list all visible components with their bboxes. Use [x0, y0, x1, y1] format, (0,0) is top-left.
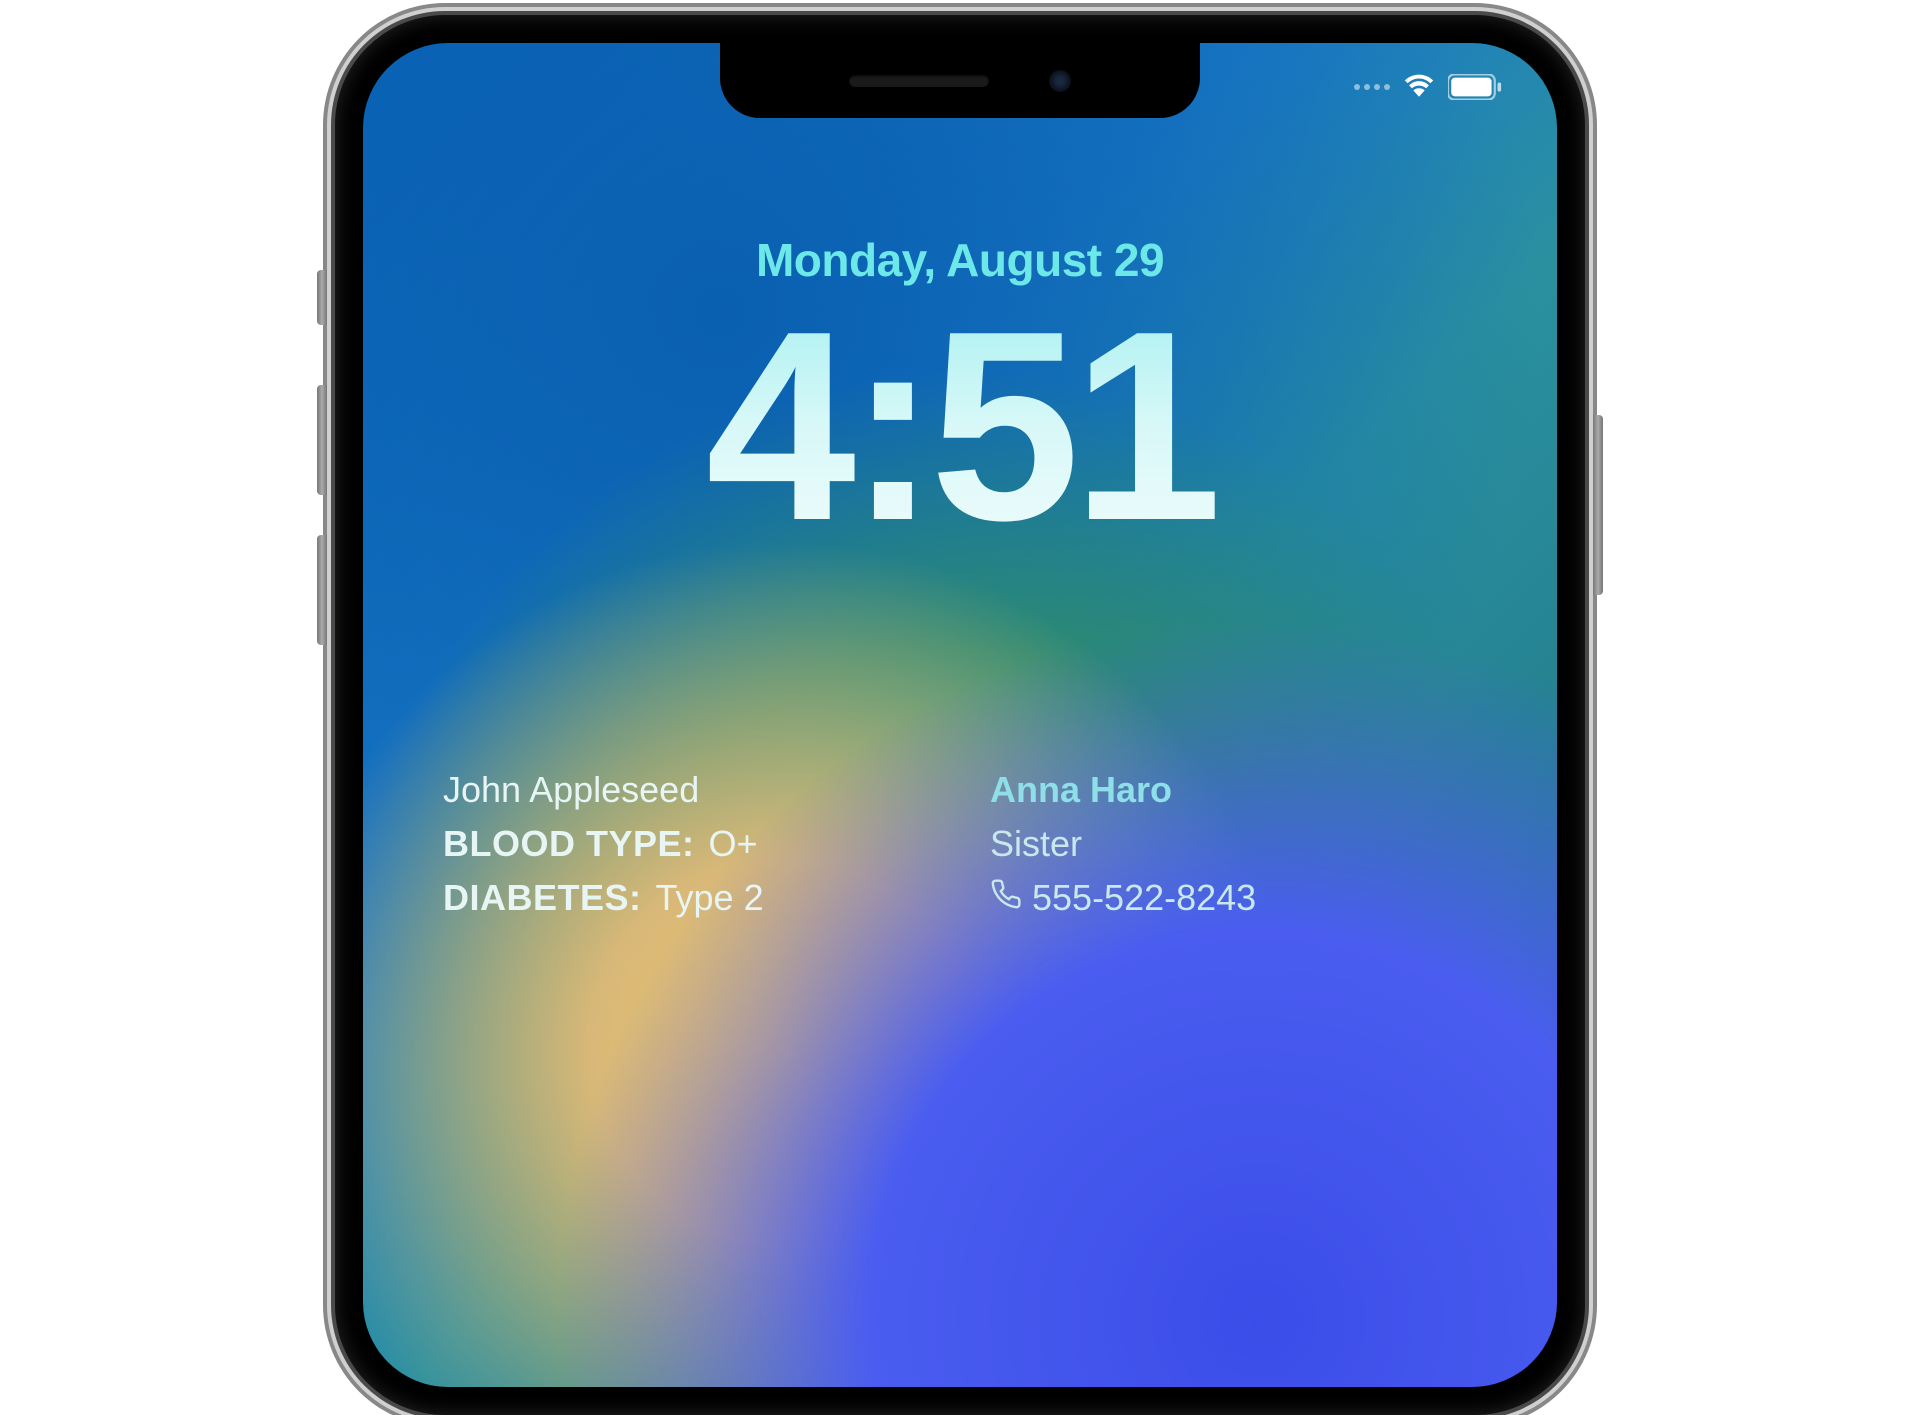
phone-icon — [990, 871, 1022, 925]
condition-label: DIABETES: — [443, 871, 642, 925]
lock-clock-area: Monday, August 29 4:51 — [363, 233, 1557, 562]
volume-up-button[interactable] — [317, 385, 327, 495]
earpiece-speaker — [849, 75, 989, 87]
blood-type-label: BLOOD TYPE: — [443, 817, 695, 871]
lock-widgets-row: John Appleseed BLOOD TYPE: O+ DIABETES: … — [443, 763, 1477, 925]
battery-icon — [1448, 74, 1502, 100]
contact-relationship: Sister — [990, 817, 1477, 871]
side-power-button[interactable] — [1593, 415, 1603, 595]
cellular-signal-icon — [1354, 84, 1390, 90]
lock-time: 4:51 — [363, 292, 1557, 562]
medical-id-widget[interactable]: John Appleseed BLOOD TYPE: O+ DIABETES: … — [443, 763, 930, 925]
owner-name: John Appleseed — [443, 763, 930, 817]
lock-screen[interactable]: Monday, August 29 4:51 John Appleseed BL… — [363, 43, 1557, 1387]
blood-type-value: O+ — [709, 817, 758, 871]
front-camera — [1049, 70, 1071, 92]
contact-phone-number: 555-522-8243 — [1032, 871, 1256, 925]
mute-switch[interactable] — [317, 270, 327, 325]
phone-device-frame: Monday, August 29 4:51 John Appleseed BL… — [335, 15, 1585, 1415]
emergency-contact-widget[interactable]: Anna Haro Sister 555-522-8243 — [990, 763, 1477, 925]
condition-value: Type 2 — [656, 871, 764, 925]
display-notch — [720, 43, 1200, 118]
volume-down-button[interactable] — [317, 535, 327, 645]
contact-phone-row[interactable]: 555-522-8243 — [990, 871, 1477, 925]
status-bar — [1354, 71, 1502, 102]
condition-row: DIABETES: Type 2 — [443, 871, 930, 925]
contact-name: Anna Haro — [990, 763, 1477, 817]
wifi-icon — [1402, 71, 1436, 102]
blood-type-row: BLOOD TYPE: O+ — [443, 817, 930, 871]
